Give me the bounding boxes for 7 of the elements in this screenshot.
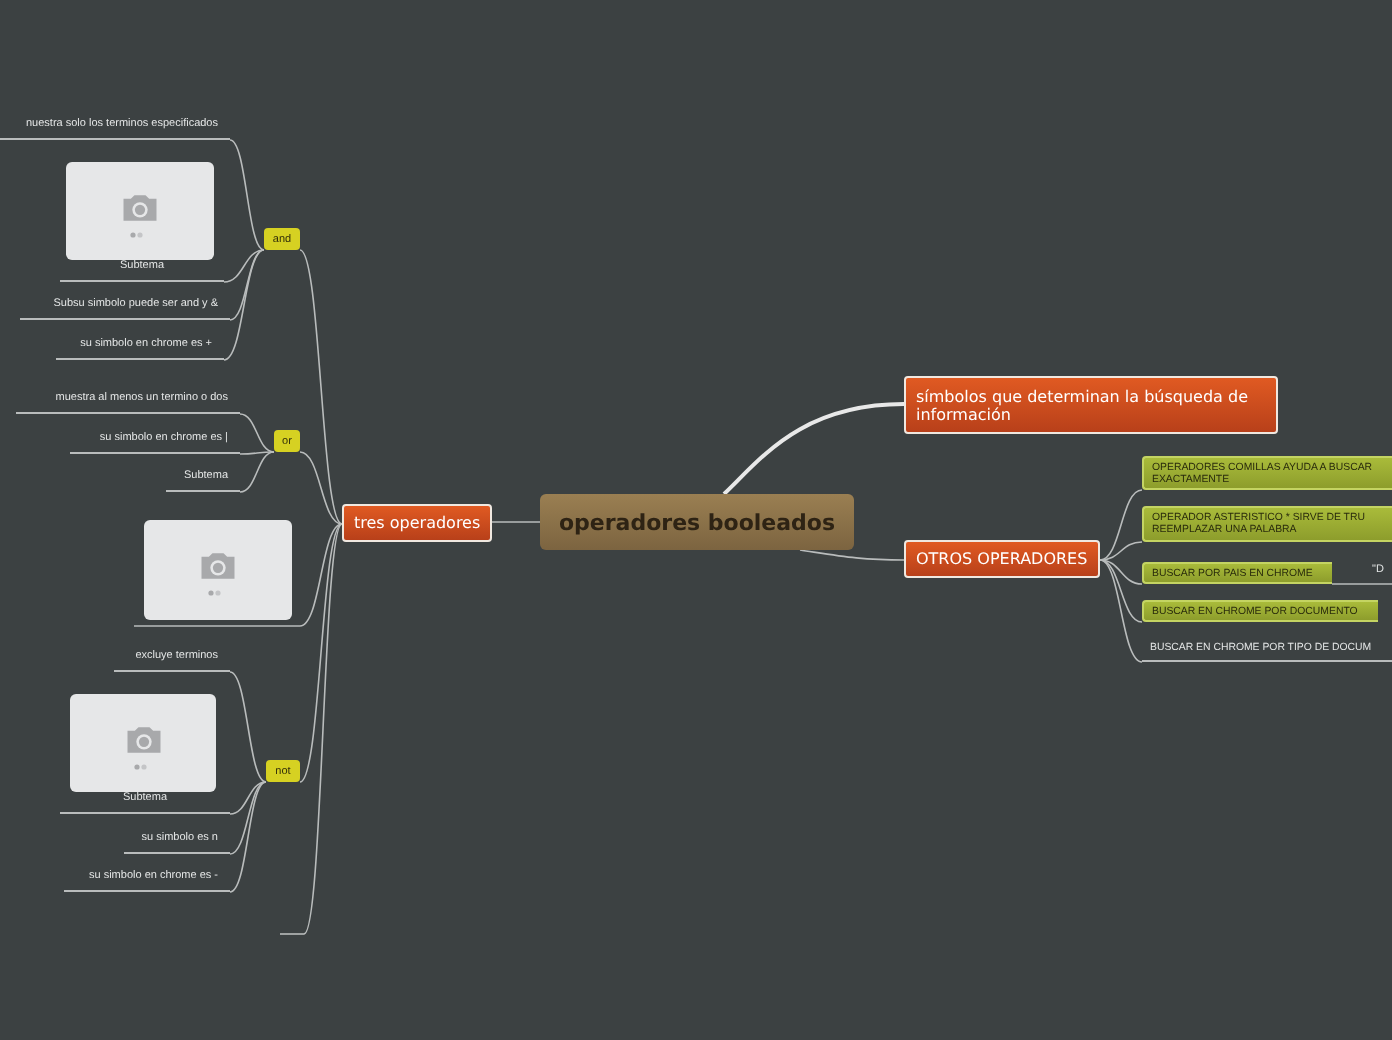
connector-line — [489, 521, 541, 523]
pager-dots-icon — [133, 763, 153, 769]
connector-line — [799, 549, 905, 561]
main-topic[interactable]: tres operadores — [342, 504, 493, 542]
main-topic[interactable]: OTROS OPERADORES — [904, 540, 1100, 578]
main-topic[interactable]: símbolos que determinan la búsqueda de información — [904, 376, 1278, 434]
connector-line — [1331, 583, 1392, 585]
